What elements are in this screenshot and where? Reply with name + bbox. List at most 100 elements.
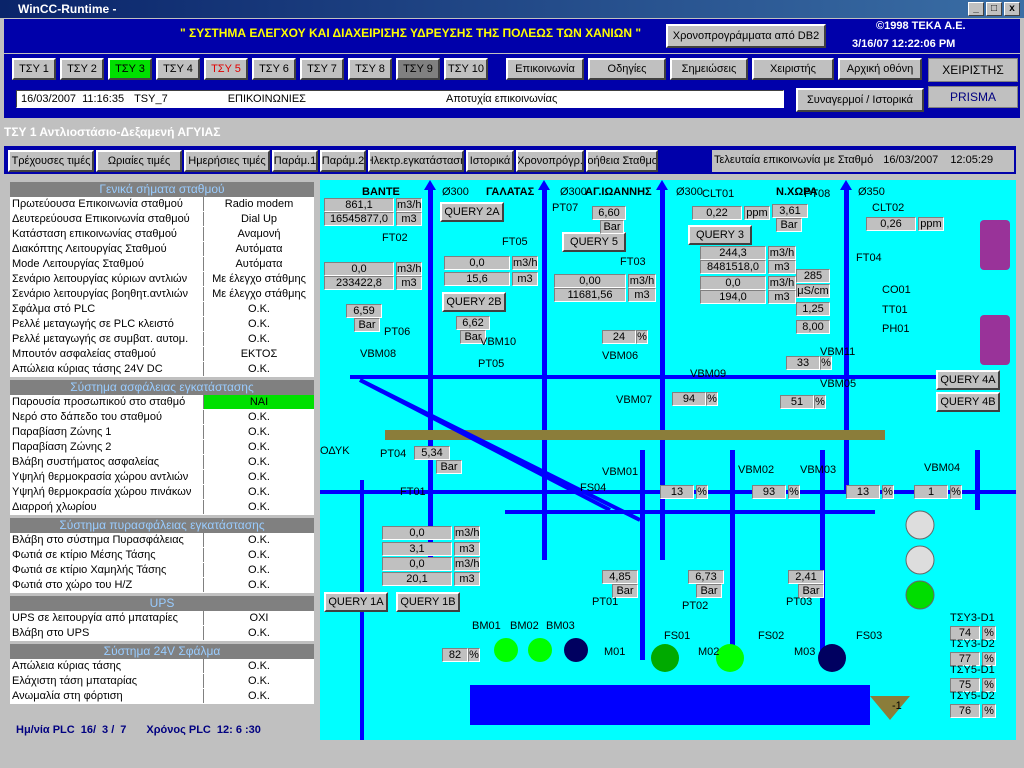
station-button[interactable]: ΤΣΥ 4 [156,58,200,80]
unit: m3/h [768,246,796,260]
minimize-button[interactable]: _ [968,2,984,16]
ft05-flow: 0,0 [444,256,510,270]
tag-m01: M01 [604,646,626,658]
tag-pt08: PT08 [804,188,831,200]
unit: % [468,648,480,662]
ph01-value: 8,00 [796,320,830,334]
close-button[interactable]: x [1004,2,1020,16]
operator-button[interactable]: Χειριστής [752,58,834,80]
instructions-button[interactable]: Οδηγίες [588,58,666,80]
group-header: UPS [10,596,314,611]
unit: Bar [776,218,802,232]
last-comm-time: 12:05:29 [950,154,994,166]
station-button[interactable]: ΤΣΥ 7 [300,58,344,80]
tab-button[interactable]: Ιστορικά [466,150,514,172]
unit: m3 [768,260,796,274]
unit: Bar [436,460,462,474]
status-label: Υψηλή θερμοκρασία χώρου αντλιών [10,470,204,484]
status-label: Διαρροή χλωρίου [10,500,204,514]
notes-button[interactable]: Σημειώσεις [670,58,748,80]
query-2a-button[interactable]: QUERY 2A [440,202,504,222]
station-button[interactable]: ΤΣΥ 5 [204,58,248,80]
tsy-value: 76 [950,704,980,718]
tag-ft02: FT02 [382,232,408,244]
status-value: O.K. [204,500,314,514]
status-label: Υψηλή θερμοκρασία χώρου πινάκων [10,485,204,499]
station-button[interactable]: ΤΣΥ 8 [348,58,392,80]
window-title: WinCC-Runtime - [18,2,117,16]
tab-button[interactable]: Ωριαίες τιμές [96,150,182,172]
status-row: Φωτιά σε κτίριο Μέσης Τάσης O.K. [10,548,314,563]
clt02-value: 0,26 [866,217,916,231]
vbm11-value: 33 [786,356,820,370]
status-value: Αναμονή [204,227,314,241]
tag-pt05: PT05 [478,358,505,370]
station-button[interactable]: ΤΣΥ 3 [108,58,152,80]
home-screen-button[interactable]: Αρχική οθόνη [838,58,922,80]
status-row: Νερό στο δάπεδο του σταθμού O.K. [10,410,314,425]
status-row: Φωτιά σε κτίριο Χαμηλής Τάσης O.K. [10,563,314,578]
section-title: ΤΣΥ 1 Αντλιοστάσιο-Δεξαμενή ΑΓΥΙΑΣ [0,122,1024,142]
tag-pt01: PT01 [592,596,619,608]
mimic-label: ΒΑΝΤΕ [362,186,400,198]
tag-pt03: PT03 [786,596,813,608]
station-button[interactable]: ΤΣΥ 9 [396,58,440,80]
query-1b-button[interactable]: QUERY 1B [396,592,460,612]
unit: m3 [768,290,796,304]
tab-button[interactable]: Χρονοπρόγρ. [516,150,584,172]
query-1a-button[interactable]: QUERY 1A [324,592,388,612]
query-4b-button[interactable]: QUERY 4B [936,392,1000,412]
user-label: ΧΕΙΡΙΣΤΗΣ [928,58,1018,82]
query-3-button[interactable]: QUERY 3 [688,225,752,245]
status-row: Ρελλέ μεταγωγής σε PLC κλειστό O.K. [10,317,314,332]
status-label: Βλάβη στο UPS [10,626,204,640]
maximize-button[interactable]: □ [986,2,1002,16]
status-value: O.K. [204,548,314,562]
pt08-value: 3,61 [772,204,808,218]
tab-button[interactable]: Τρέχουσες τιμές [8,150,94,172]
status-row: Σενάριο λειτουργίας κύριων αντλιών Με έλε… [10,272,314,287]
status-label: Απώλεια κύριας τάσης [10,659,204,673]
status-label: Δευτερεύουσα Επικοινωνία σταθμού [10,212,204,226]
pt02-value: 6,73 [688,570,724,584]
status-label: Σφάλμα στό PLC [10,302,204,316]
tag-vbm03: VBM03 [800,464,837,476]
pt01-value: 4,85 [602,570,638,584]
unit: % [706,392,718,406]
alarm-date: 16/03/2007 [21,93,77,105]
unit: % [814,395,826,409]
alarms-history-button[interactable]: Συναγερμοί / Ιστορικά [796,88,924,112]
status-value: O.K. [204,578,314,592]
tab-button[interactable]: Ηλεκτρ.εγκατάσταση [368,150,464,172]
status-row: Σενάριο λειτουργίας βοηθητ.αντλιών Με έλε… [10,287,314,302]
unit: % [788,485,800,499]
station-button[interactable]: ΤΣΥ 6 [252,58,296,80]
tab-button[interactable]: Ημερήσιες τιμές [184,150,270,172]
unit: m3/h [454,557,480,571]
station-button[interactable]: ΤΣΥ 10 [444,58,488,80]
unit: % [882,485,894,499]
group-header: Σύστημα 24V Σφάλμα [10,644,314,659]
station-button[interactable]: ΤΣΥ 2 [60,58,104,80]
process-mimic: ΒΑΝΤΕ Ø300 ΓΑΛΑΤΑΣ Ø300 ΑΓ.ΙΩΑΝΝΗΣ Ø300 Ν.ΧΩΡΑ… [320,180,1016,740]
query-2b-button[interactable]: QUERY 2B [442,292,506,312]
tab-button[interactable]: Παράμ.1 [272,150,318,172]
alarm-line[interactable]: 16/03/2007 11:16:35 TSY_7 ΕΠΙΚΟΙΝΩΝΙΕΣ Α… [16,90,784,108]
tag-fs01: FS01 [664,630,691,642]
query-4a-button[interactable]: QUERY 4A [936,370,1000,390]
status-row: Ανωμαλία στη φόρτιση O.K. [10,689,314,704]
query-5-button[interactable]: QUERY 5 [562,232,626,252]
mimic-label: Ø300 [676,186,703,198]
tab-button[interactable]: Παράμ.2 [320,150,366,172]
pt07-value: 6,60 [592,206,626,220]
status-value: ΟΧΙ [204,611,314,625]
tag-fs02: FS02 [758,630,785,642]
comms-button[interactable]: Επικοινωνία [506,58,584,80]
ft02-total: 16545877,0 [324,212,394,226]
copyright-label: ©1998 ΤΕΚΑ Α.Ε. [876,20,966,32]
station-button[interactable]: ΤΣΥ 1 [12,58,56,80]
mimic-label: ΑΓ.ΙΩΑΝΝΗΣ [585,186,652,198]
tag-vbm01: VBM01 [602,466,639,478]
tab-button[interactable]: Βοήθεια Σταθμού [586,150,658,172]
schedules-db2-button[interactable]: Χρονοπρογράμματα από DB2 [666,24,826,48]
